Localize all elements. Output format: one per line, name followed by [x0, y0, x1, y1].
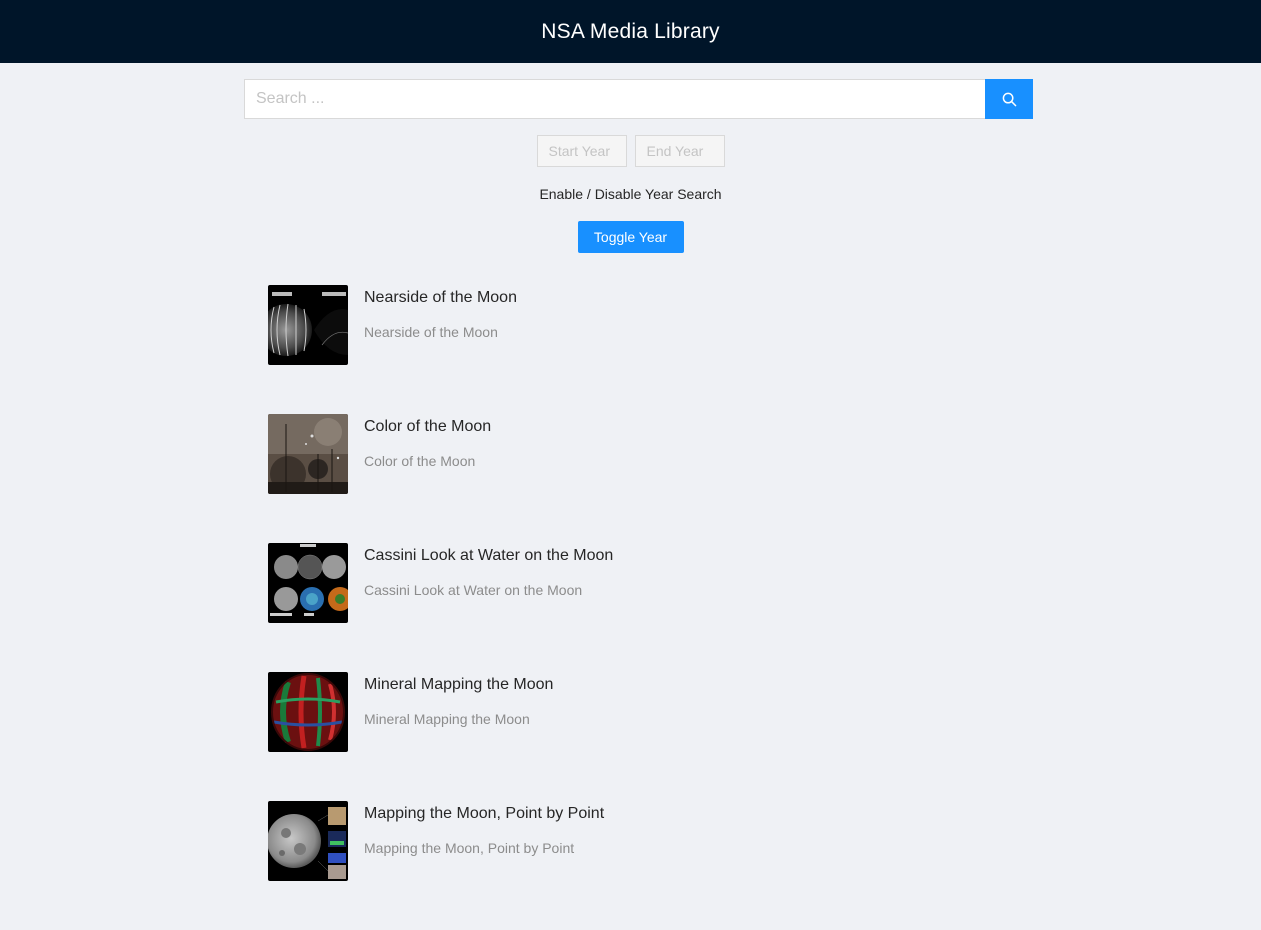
result-title[interactable]: Color of the Moon: [364, 417, 491, 437]
list-item[interactable]: Cassini Look at Water on the Moon Cassin…: [268, 543, 1028, 623]
toggle-year-button[interactable]: Toggle Year: [577, 221, 684, 253]
result-description: Nearside of the Moon: [364, 324, 498, 340]
year-search-label: Enable / Disable Year Search: [539, 186, 722, 202]
thumbnail-image[interactable]: [268, 414, 348, 494]
result-description: Mapping the Moon, Point by Point: [364, 840, 575, 856]
result-title[interactable]: Mineral Mapping the Moon: [364, 675, 553, 695]
list-item[interactable]: Mapping the Moon, Point by Point Mapping…: [268, 801, 1028, 881]
result-title[interactable]: Mapping the Moon, Point by Point: [364, 804, 604, 824]
toggle-wrapper: Toggle Year: [0, 221, 1261, 253]
search-button[interactable]: [985, 79, 1033, 119]
start-year-input[interactable]: [536, 135, 627, 167]
thumbnail-image[interactable]: [268, 801, 348, 881]
thumbnail-image[interactable]: [268, 285, 348, 365]
list-item[interactable]: Mineral Mapping the Moon Mineral Mapping…: [268, 672, 1028, 752]
app-title: NSA Media Library: [541, 19, 720, 43]
year-range: [0, 135, 1261, 167]
search-input[interactable]: [244, 79, 985, 119]
search-icon: [1002, 92, 1016, 106]
list-item[interactable]: Color of the Moon Color of the Moon: [268, 414, 1028, 494]
search-bar: [244, 79, 1033, 119]
result-description: Color of the Moon: [364, 453, 476, 469]
results-list: Nearside of the Moon Nearside of the Moo…: [268, 285, 1028, 930]
thumbnail-image[interactable]: [268, 543, 348, 623]
result-title[interactable]: Cassini Look at Water on the Moon: [364, 546, 613, 566]
app-header: NSA Media Library: [0, 0, 1261, 63]
end-year-input[interactable]: [634, 135, 725, 167]
list-item[interactable]: Nearside of the Moon Nearside of the Moo…: [268, 285, 1028, 365]
thumbnail-image[interactable]: [268, 672, 348, 752]
result-description: Mineral Mapping the Moon: [364, 711, 530, 727]
result-description: Cassini Look at Water on the Moon: [364, 582, 583, 598]
result-title[interactable]: Nearside of the Moon: [364, 288, 517, 308]
